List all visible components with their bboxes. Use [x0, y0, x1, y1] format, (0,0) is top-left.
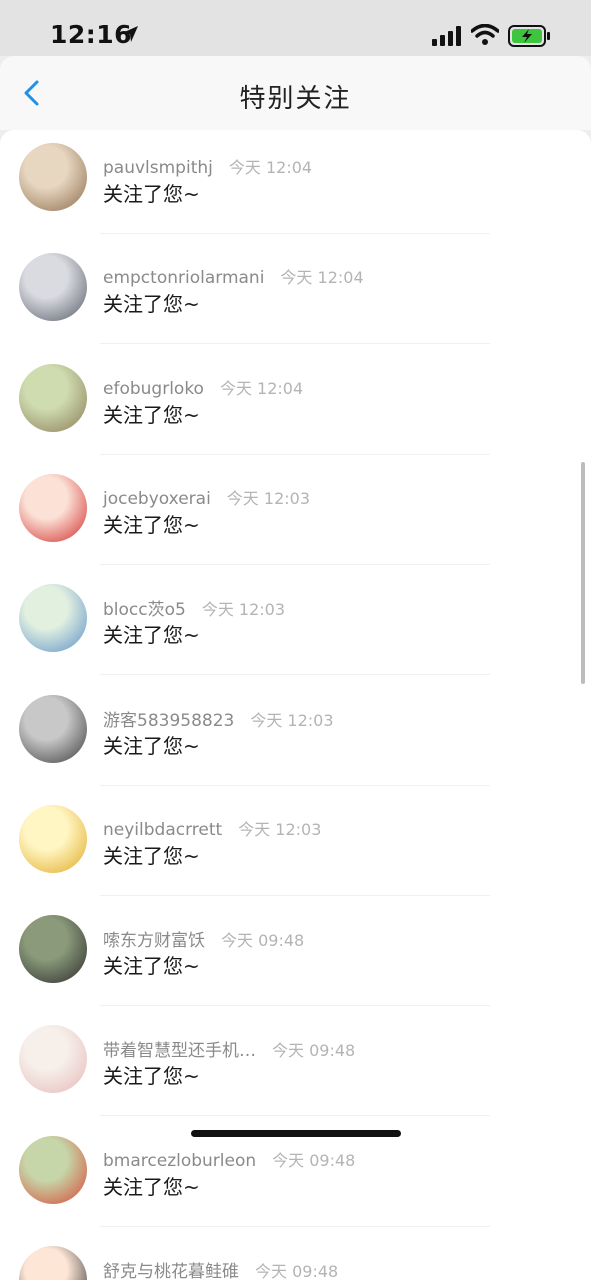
- notification-message: 关注了您~: [103, 292, 200, 317]
- user-name-text[interactable]: blocc茨o5: [103, 600, 186, 620]
- timestamp: 今天 12:03: [238, 819, 322, 839]
- timestamp: 今天 12:03: [226, 488, 310, 508]
- notification-message: 关注了您~: [103, 402, 200, 427]
- avatar[interactable]: [19, 694, 87, 763]
- user-name[interactable]: efobugrloko 今天 12:04: [103, 375, 303, 399]
- notification-message: 关注了您~: [103, 512, 200, 537]
- row-divider: [100, 233, 490, 234]
- avatar[interactable]: [19, 1135, 87, 1204]
- list-item[interactable]: 游客583958823 今天 12:03 关注了您~: [0, 682, 591, 792]
- timestamp: 今天 12:04: [280, 268, 364, 288]
- user-name[interactable]: blocc茨o5 今天 12:03: [103, 595, 285, 620]
- avatar[interactable]: [19, 804, 87, 873]
- user-name[interactable]: 带着智慧型还手机… 今天 09:48: [103, 1036, 355, 1061]
- user-name-text[interactable]: efobugrloko: [103, 379, 204, 399]
- notification-message: 关注了您~: [103, 843, 200, 868]
- list-item[interactable]: neyilbdacrrett 今天 12:03 关注了您~: [0, 792, 591, 902]
- timestamp: 今天 09:48: [255, 1262, 339, 1280]
- list-item[interactable]: 嗦东方财富饫 今天 09:48 关注了您~: [0, 902, 591, 1012]
- notification-message: 关注了您~: [103, 1064, 200, 1089]
- scrollbar[interactable]: [581, 462, 585, 684]
- follow-notification-list[interactable]: pauvlsmpithj 今天 12:04 关注了您~ empctonriolarma…: [0, 130, 591, 1280]
- list-item[interactable]: 带着智慧型还手机… 今天 09:48 关注了您~: [0, 1012, 591, 1122]
- nav-header: 特别关注: [0, 56, 591, 130]
- avatar[interactable]: [19, 1025, 87, 1094]
- home-indicator[interactable]: [191, 1130, 401, 1137]
- row-divider: [100, 1115, 490, 1117]
- avatar[interactable]: [19, 473, 87, 542]
- user-name-text[interactable]: empctonriolarmani: [103, 268, 264, 288]
- row-divider: [100, 674, 490, 676]
- user-name-text[interactable]: bmarcezloburleon: [103, 1151, 256, 1171]
- avatar[interactable]: [19, 1246, 87, 1280]
- row-divider: [100, 343, 490, 345]
- timestamp: 今天 09:48: [272, 1041, 356, 1061]
- timestamp: 今天 09:48: [272, 1150, 356, 1170]
- battery-charging-icon: [508, 25, 550, 47]
- list-item[interactable]: bmarcezloburleon 今天 09:48 关注了您~: [0, 1123, 591, 1233]
- avatar[interactable]: [19, 253, 87, 322]
- list-item[interactable]: blocc茨o5 今天 12:03 关注了您~: [0, 571, 591, 681]
- timestamp: 今天 09:48: [221, 931, 305, 951]
- row-divider: [100, 784, 490, 786]
- timestamp: 今天 12:03: [250, 710, 334, 730]
- notification-message: 关注了您~: [103, 954, 200, 979]
- user-name-text[interactable]: neyilbdacrrett: [103, 820, 222, 840]
- avatar[interactable]: [19, 584, 87, 653]
- row-divider: [100, 1225, 490, 1227]
- cellular-signal-icon: [432, 26, 461, 46]
- user-name[interactable]: neyilbdacrrett 今天 12:03: [103, 816, 321, 840]
- status-bar: 12:16: [0, 0, 591, 56]
- avatar[interactable]: [19, 915, 87, 984]
- user-name-text[interactable]: 舒克与桃花暮鲑碓: [103, 1262, 239, 1280]
- list-item[interactable]: efobugrloko 今天 12:04 关注了您~: [0, 351, 591, 461]
- row-divider: [100, 453, 490, 455]
- list-item[interactable]: pauvlsmpithj 今天 12:04 关注了您~: [0, 130, 591, 240]
- notification-message: 关注了您~: [103, 623, 200, 648]
- user-name[interactable]: 游客583958823 今天 12:03: [103, 706, 334, 731]
- user-name[interactable]: empctonriolarmani 今天 12:04: [103, 264, 364, 288]
- location-arrow-icon: [122, 26, 138, 42]
- user-name[interactable]: 舒克与桃花暮鲑碓 今天 09:48: [103, 1257, 338, 1280]
- page-title: 特别关注: [239, 84, 352, 114]
- wifi-icon: [471, 24, 499, 45]
- avatar[interactable]: [19, 143, 87, 211]
- timestamp: 今天 12:04: [228, 158, 313, 177]
- timestamp: 今天 12:04: [219, 378, 304, 398]
- list-item[interactable]: 舒克与桃花暮鲑碓 今天 09:48: [0, 1233, 591, 1280]
- notification-message: 关注了您~: [103, 1174, 200, 1199]
- list-item[interactable]: empctonriolarmani 今天 12:04 关注了您~: [0, 240, 591, 350]
- timestamp: 今天 12:03: [201, 600, 286, 620]
- row-divider: [100, 894, 490, 896]
- user-name-text[interactable]: 带着智慧型还手机…: [103, 1041, 256, 1061]
- user-name[interactable]: bmarcezloburleon 今天 09:48: [103, 1147, 355, 1171]
- list-item[interactable]: jocebyoxerai 今天 12:03 关注了您~: [0, 461, 591, 571]
- user-name[interactable]: 嗦东方财富饫 今天 09:48: [103, 926, 304, 951]
- user-name-text[interactable]: 游客583958823: [103, 711, 234, 731]
- row-divider: [100, 1005, 490, 1007]
- user-name-text[interactable]: 嗦东方财富饫: [103, 931, 205, 951]
- row-divider: [100, 563, 490, 565]
- user-name-text[interactable]: jocebyoxerai: [103, 489, 211, 509]
- user-name[interactable]: jocebyoxerai 今天 12:03: [103, 485, 310, 509]
- user-name-text[interactable]: pauvlsmpithj: [103, 158, 213, 178]
- notification-message: 关注了您~: [103, 733, 200, 758]
- notification-message: 关注了您~: [103, 182, 200, 206]
- user-name[interactable]: pauvlsmpithj 今天 12:04: [103, 154, 312, 178]
- avatar[interactable]: [19, 363, 87, 432]
